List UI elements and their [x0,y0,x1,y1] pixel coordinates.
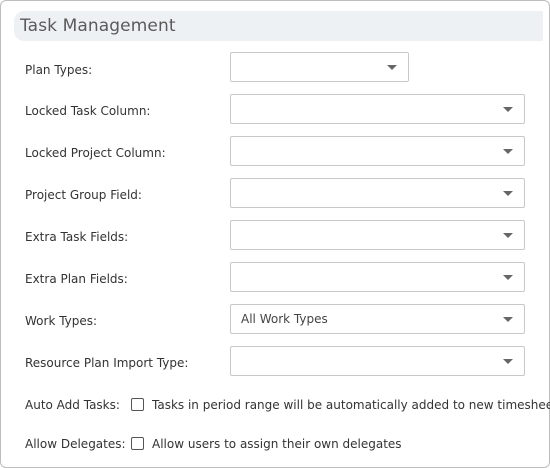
chevron-down-icon [503,317,513,322]
extra-task-fields-label: Extra Task Fields: [25,230,129,244]
auto-add-tasks-text[interactable]: Tasks in period range will be automatica… [152,398,550,412]
work-types-value: All Work Types [241,312,328,326]
section-title: Task Management [20,16,176,36]
locked-task-column-label: Locked Task Column: [25,104,151,118]
chevron-down-icon [503,233,513,238]
task-management-panel: Task Management Plan Types: Locked Task … [0,0,550,468]
locked-project-column-select[interactable] [230,136,525,166]
plan-types-select[interactable] [230,52,409,82]
chevron-down-icon [503,275,513,280]
allow-delegates-label: Allow Delegates: [25,437,126,451]
resource-plan-import-type-select[interactable] [230,346,525,376]
project-group-field-select[interactable] [230,178,525,208]
work-types-select[interactable]: All Work Types [230,304,525,334]
work-types-label: Work Types: [25,314,98,328]
allow-delegates-text[interactable]: Allow users to assign their own delegate… [152,437,402,451]
auto-add-tasks-label: Auto Add Tasks: [25,398,120,412]
auto-add-tasks-checkbox[interactable] [131,398,144,411]
chevron-down-icon [503,191,513,196]
locked-task-column-select[interactable] [230,94,525,124]
chevron-down-icon [503,359,513,364]
allow-delegates-checkbox[interactable] [131,437,144,450]
locked-project-column-label: Locked Project Column: [25,146,166,160]
extra-plan-fields-select[interactable] [230,262,525,292]
chevron-down-icon [503,149,513,154]
chevron-down-icon [387,65,397,70]
project-group-field-label: Project Group Field: [25,188,142,202]
plan-types-label: Plan Types: [25,63,93,77]
extra-task-fields-select[interactable] [230,220,525,250]
extra-plan-fields-label: Extra Plan Fields: [25,272,128,286]
section-header: Task Management [14,11,543,41]
resource-plan-import-type-label: Resource Plan Import Type: [25,356,189,370]
chevron-down-icon [503,107,513,112]
